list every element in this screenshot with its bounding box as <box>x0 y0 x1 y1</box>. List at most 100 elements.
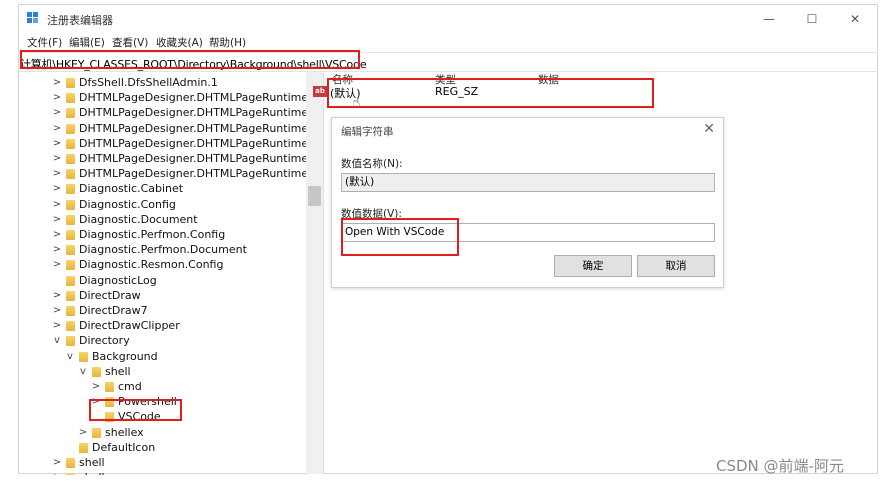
maximize-button[interactable]: ☐ <box>802 11 822 27</box>
tree-item[interactable]: > cmd <box>19 379 323 394</box>
tree-item-label[interactable]: DHTMLPageDesigner.DHTMLPageRuntime <box>79 90 308 105</box>
tree-item-label[interactable]: Directory <box>79 333 130 348</box>
chevron-right-icon[interactable]: > <box>52 288 62 303</box>
tree-item[interactable]: > Diagnostic.Perfmon.Config <box>19 227 323 242</box>
tree-scrollbar-thumb[interactable] <box>308 186 321 206</box>
tree-item-label[interactable]: DiagnosticLog <box>79 273 157 288</box>
tree-item-label[interactable]: shell <box>79 455 105 470</box>
chevron-right-icon[interactable]: > <box>52 257 62 272</box>
tree-item-label[interactable]: Diagnostic.Document <box>79 212 198 227</box>
folder-icon <box>79 442 88 453</box>
cancel-button[interactable]: 取消 <box>637 255 715 277</box>
chevron-down-icon[interactable]: v <box>78 364 88 379</box>
tree-item[interactable]: v Background <box>19 349 323 364</box>
ok-button[interactable]: 确定 <box>554 255 632 277</box>
tree-item[interactable]: > shellex <box>19 470 323 475</box>
tree-item[interactable]: > Diagnostic.Document <box>19 212 323 227</box>
chevron-right-icon[interactable]: > <box>52 75 62 90</box>
tree-item[interactable]: > DHTMLPageDesigner.DHTMLPageRuntimeW <box>19 166 323 181</box>
chevron-right-icon[interactable]: > <box>52 197 62 212</box>
tree-item-label[interactable]: Diagnostic.Perfmon.Config <box>79 227 225 242</box>
chevron-right-icon[interactable]: > <box>52 90 62 105</box>
tree-item-label[interactable]: DHTMLPageDesigner.DHTMLPageRuntime.1 <box>79 105 319 120</box>
menu-favorites[interactable]: 收藏夹(A) <box>156 35 203 50</box>
tree-item-label[interactable]: DefaultIcon <box>92 440 155 455</box>
chevron-right-icon[interactable]: > <box>52 136 62 151</box>
chevron-right-icon[interactable]: > <box>52 121 62 136</box>
tree-item-label[interactable]: DHTMLPageDesigner.DHTMLPageRuntimeEv <box>79 121 322 136</box>
tree-item[interactable]: > Diagnostic.Resmon.Config <box>19 257 323 272</box>
tree-item[interactable]: > shellex <box>19 425 323 440</box>
tree-item[interactable]: > DHTMLPageDesigner.DHTMLPageRuntimeEv <box>19 136 323 151</box>
folder-icon <box>79 351 88 362</box>
dialog-close-icon[interactable]: ✕ <box>703 121 715 137</box>
folder-icon <box>66 230 75 240</box>
menu-edit[interactable]: 编辑(E) <box>69 35 105 50</box>
tree-item[interactable]: > DHTMLPageDesigner.DHTMLPageRuntimeW <box>19 151 323 166</box>
chevron-right-icon[interactable]: > <box>52 151 62 166</box>
tree-item-label[interactable]: DirectDraw7 <box>79 303 148 318</box>
tree-item-label[interactable]: shell <box>105 364 131 379</box>
tree-item[interactable]: > DfsShell.DfsShellAdmin.1 <box>19 75 323 90</box>
tree-item[interactable]: > Diagnostic.Config <box>19 197 323 212</box>
chevron-right-icon[interactable]: > <box>52 227 62 242</box>
tree-item[interactable]: DiagnosticLog <box>19 273 323 288</box>
tree-item[interactable]: > DirectDraw7 <box>19 303 323 318</box>
menu-file[interactable]: 文件(F) <box>27 35 62 50</box>
tree-item-label[interactable]: Diagnostic.Config <box>79 197 176 212</box>
chevron-right-icon[interactable]: > <box>52 303 62 318</box>
close-button[interactable]: ✕ <box>845 11 865 27</box>
tree-item-label[interactable]: DHTMLPageDesigner.DHTMLPageRuntimeW <box>79 151 319 166</box>
vscode-key-highlight-box <box>89 399 182 421</box>
tree-item-label[interactable]: DirectDrawClipper <box>79 318 180 333</box>
chevron-right-icon[interactable]: > <box>52 470 62 475</box>
minimize-button[interactable]: — <box>759 11 779 27</box>
tree-item-label[interactable]: DHTMLPageDesigner.DHTMLPageRuntimeW <box>79 166 319 181</box>
folder-icon <box>66 321 75 332</box>
tree-item-label[interactable]: DfsShell.DfsShellAdmin.1 <box>79 75 218 90</box>
tree-item[interactable]: > DHTMLPageDesigner.DHTMLPageRuntimeEv <box>19 121 323 136</box>
chevron-down-icon[interactable]: v <box>65 349 75 364</box>
registry-app-icon <box>27 12 41 26</box>
tree-item-label[interactable]: Diagnostic.Cabinet <box>79 181 183 196</box>
folder-icon <box>66 93 75 104</box>
tree-item-label[interactable]: cmd <box>118 379 142 394</box>
chevron-right-icon[interactable]: > <box>52 105 62 120</box>
tree-item[interactable]: DefaultIcon <box>19 440 323 455</box>
chevron-right-icon[interactable]: > <box>52 166 62 181</box>
tree-item[interactable]: > DHTMLPageDesigner.DHTMLPageRuntime <box>19 90 323 105</box>
tree-item[interactable]: > Diagnostic.Perfmon.Document <box>19 242 323 257</box>
tree-item-label[interactable]: Background <box>92 349 158 364</box>
tree-item[interactable]: > Diagnostic.Cabinet <box>19 181 323 196</box>
tree-item[interactable]: > DHTMLPageDesigner.DHTMLPageRuntime.1 <box>19 105 323 120</box>
tree-item-label[interactable]: Diagnostic.Perfmon.Document <box>79 242 247 257</box>
folder-icon <box>66 108 75 119</box>
tree-item[interactable]: v shell <box>19 364 323 379</box>
folder-icon <box>105 382 114 392</box>
chevron-right-icon[interactable]: > <box>52 318 62 333</box>
edit-string-dialog: 编辑字符串 ✕ 数值名称(N): (默认) 数值数据(V): Open With… <box>331 117 724 288</box>
tree-item-label[interactable]: DirectDraw <box>79 288 141 303</box>
tree-item[interactable]: > DirectDrawClipper <box>19 318 323 333</box>
chevron-right-icon[interactable]: > <box>52 212 62 227</box>
chevron-right-icon[interactable]: > <box>52 455 62 470</box>
tree-item[interactable]: > shell <box>19 455 323 470</box>
chevron-right-icon[interactable]: > <box>78 425 88 440</box>
menu-view[interactable]: 查看(V) <box>112 35 148 50</box>
folder-icon <box>66 275 75 286</box>
folder-icon <box>66 78 75 88</box>
tree-item-label[interactable]: shellex <box>105 425 144 440</box>
chevron-right-icon[interactable]: > <box>52 181 62 196</box>
folder-icon <box>66 123 75 134</box>
tree-item[interactable]: v Directory <box>19 333 323 348</box>
chevron-right-icon[interactable]: > <box>52 242 62 257</box>
tree-item-label[interactable]: Diagnostic.Resmon.Config <box>79 257 223 272</box>
chevron-right-icon[interactable]: > <box>91 379 101 394</box>
chevron-down-icon[interactable]: v <box>52 333 62 348</box>
tree-item[interactable]: > DirectDraw <box>19 288 323 303</box>
folder-icon <box>66 169 75 180</box>
tree-scrollbar[interactable] <box>306 72 323 474</box>
tree-item-label[interactable]: DHTMLPageDesigner.DHTMLPageRuntimeEv <box>79 136 322 151</box>
menu-help[interactable]: 帮助(H) <box>209 35 246 50</box>
tree-item-label[interactable]: shellex <box>79 470 118 475</box>
